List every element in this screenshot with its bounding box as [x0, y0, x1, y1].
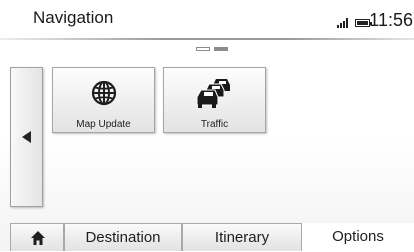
screen-title: Navigation	[33, 8, 114, 27]
signal-bars-icon	[337, 18, 352, 28]
bottom-toolbar: Destination Itinerary Options	[0, 223, 414, 251]
clock: 11:56	[369, 10, 413, 30]
header-divider	[0, 38, 414, 40]
traffic-label: Traffic	[200, 119, 229, 130]
options-button[interactable]: Options	[302, 223, 414, 251]
home-button[interactable]	[10, 223, 64, 251]
home-icon	[31, 231, 45, 245]
globe-icon	[53, 76, 154, 110]
map-update-label: Map Update	[76, 119, 131, 130]
arrow-left-icon	[22, 131, 31, 143]
status-bar: Navigation 11:56	[0, 0, 414, 38]
destination-button[interactable]: Destination	[64, 223, 182, 251]
page-dot-2-active[interactable]	[214, 47, 228, 51]
navigation-screen: Navigation 11:56 Map Update Traffic Dest…	[0, 0, 414, 251]
previous-page-button[interactable]	[10, 67, 43, 207]
page-dot-1[interactable]	[196, 47, 210, 51]
traffic-cars-icon	[164, 76, 265, 110]
traffic-button[interactable]: Traffic	[163, 67, 266, 133]
itinerary-button[interactable]: Itinerary	[182, 223, 302, 251]
map-update-button[interactable]: Map Update	[52, 67, 155, 133]
